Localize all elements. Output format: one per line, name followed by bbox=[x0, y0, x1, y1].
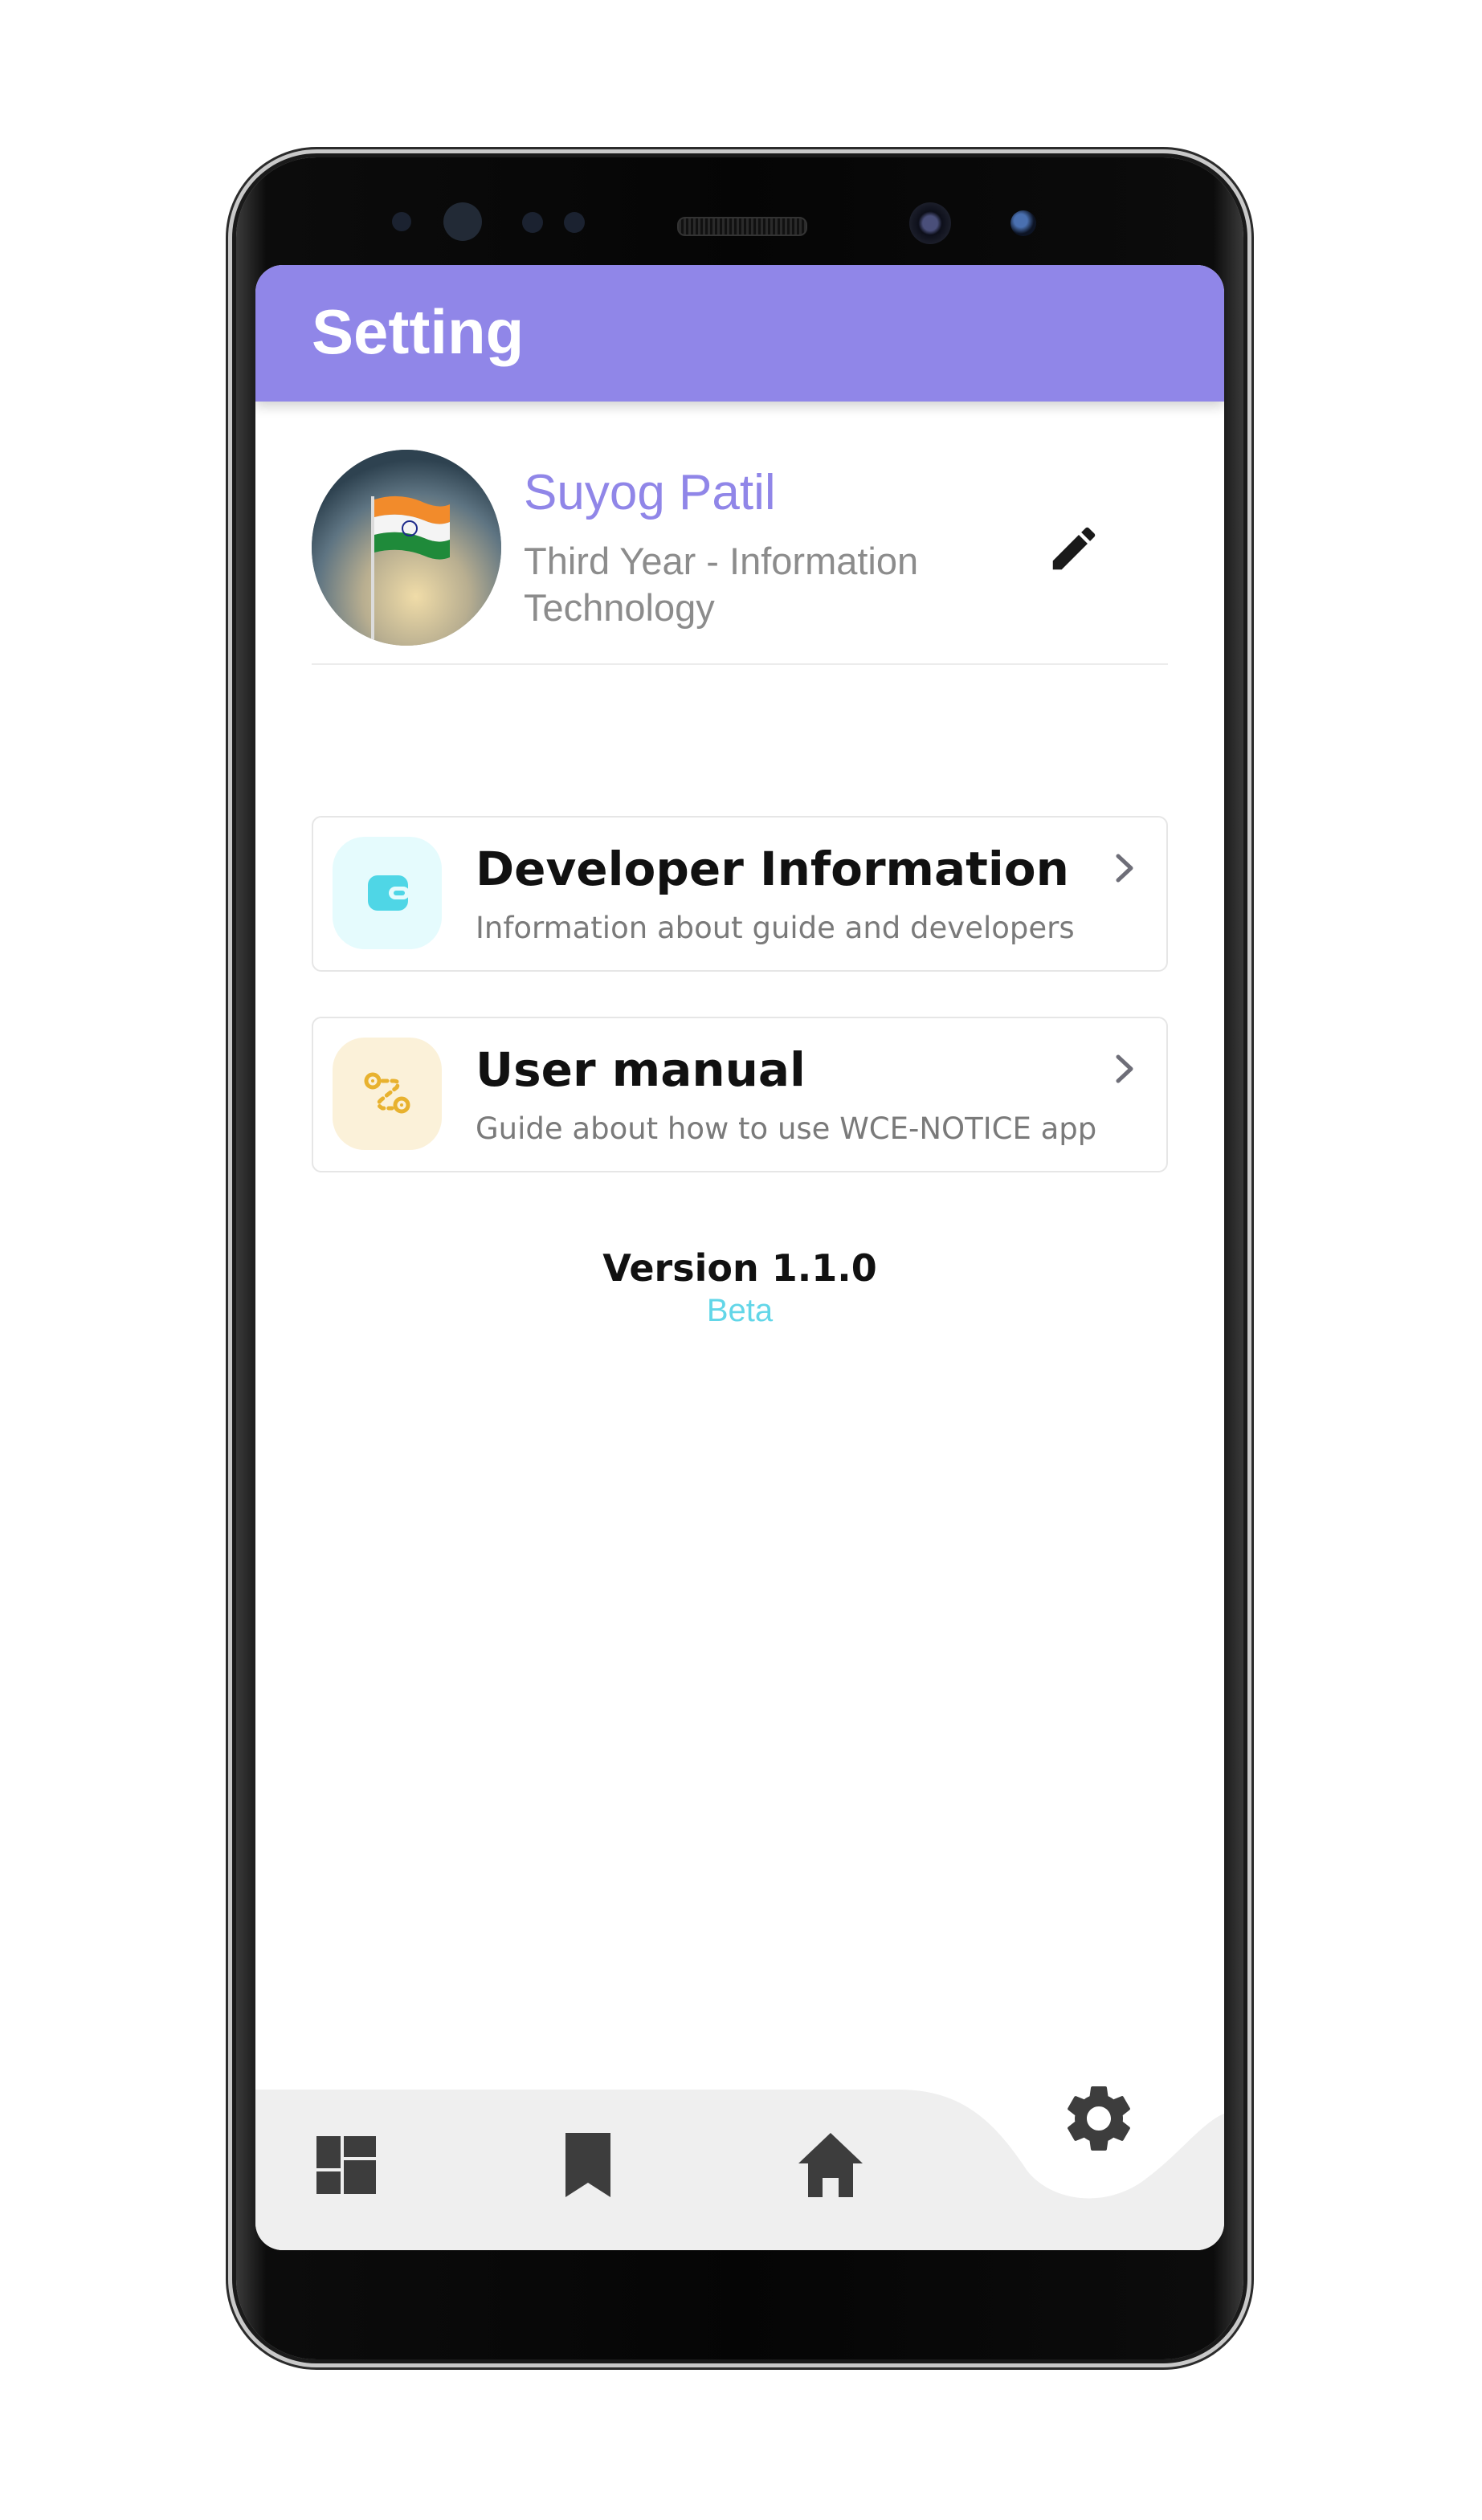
sensor-dot bbox=[522, 212, 543, 233]
dashboard-icon bbox=[316, 2136, 376, 2194]
nav-settings[interactable] bbox=[1059, 2078, 1139, 2159]
indian-flag-photo bbox=[312, 450, 501, 646]
release-channel: Beta bbox=[706, 1293, 774, 1328]
sensor-dot bbox=[392, 212, 411, 231]
pencil-icon bbox=[1052, 527, 1096, 570]
version-label: Version 1.1.0 bbox=[602, 1246, 877, 1290]
nav-home[interactable] bbox=[782, 2117, 879, 2213]
app-screen: Setting Suyog Patil Third Year - Informa… bbox=[255, 265, 1224, 2250]
profile-name: Suyog Patil bbox=[524, 465, 776, 520]
app-bar: Setting bbox=[255, 265, 1224, 402]
chevron-right-icon bbox=[1116, 854, 1133, 883]
front-camera bbox=[909, 202, 951, 244]
earpiece-speaker bbox=[677, 217, 807, 236]
card-title: Developer Information bbox=[476, 842, 1069, 896]
card-subtitle: Guide about how to use WCE-NOTICE app bbox=[476, 1111, 1097, 1146]
profile-divider bbox=[312, 663, 1168, 665]
home-icon bbox=[798, 2133, 863, 2197]
nav-bookmarks[interactable] bbox=[540, 2117, 636, 2213]
card-subtitle: Information about guide and developers bbox=[476, 911, 1075, 945]
bookmark-icon bbox=[565, 2133, 610, 2197]
edit-profile-button[interactable] bbox=[1046, 520, 1102, 577]
developer-information-card[interactable]: Developer Information Information about … bbox=[312, 816, 1168, 972]
user-manual-card[interactable]: User manual Guide about how to use WCE-N… bbox=[312, 1017, 1168, 1172]
route-icon bbox=[364, 1072, 410, 1114]
wallet-icon bbox=[368, 875, 410, 911]
card-icon-box bbox=[333, 1038, 442, 1150]
chevron-right-icon bbox=[1116, 1054, 1133, 1083]
proximity-sensor bbox=[443, 202, 482, 241]
page-title: Setting bbox=[312, 296, 525, 367]
card-title: User manual bbox=[476, 1042, 806, 1097]
avatar[interactable] bbox=[312, 450, 501, 646]
nav-dashboard[interactable] bbox=[297, 2117, 394, 2213]
profile-subtitle: Third Year - Information Technology bbox=[524, 540, 919, 629]
sensor-dot bbox=[564, 212, 585, 233]
iris-scanner bbox=[1010, 210, 1036, 236]
gear-icon bbox=[1068, 2086, 1130, 2151]
card-icon-box bbox=[333, 837, 442, 949]
